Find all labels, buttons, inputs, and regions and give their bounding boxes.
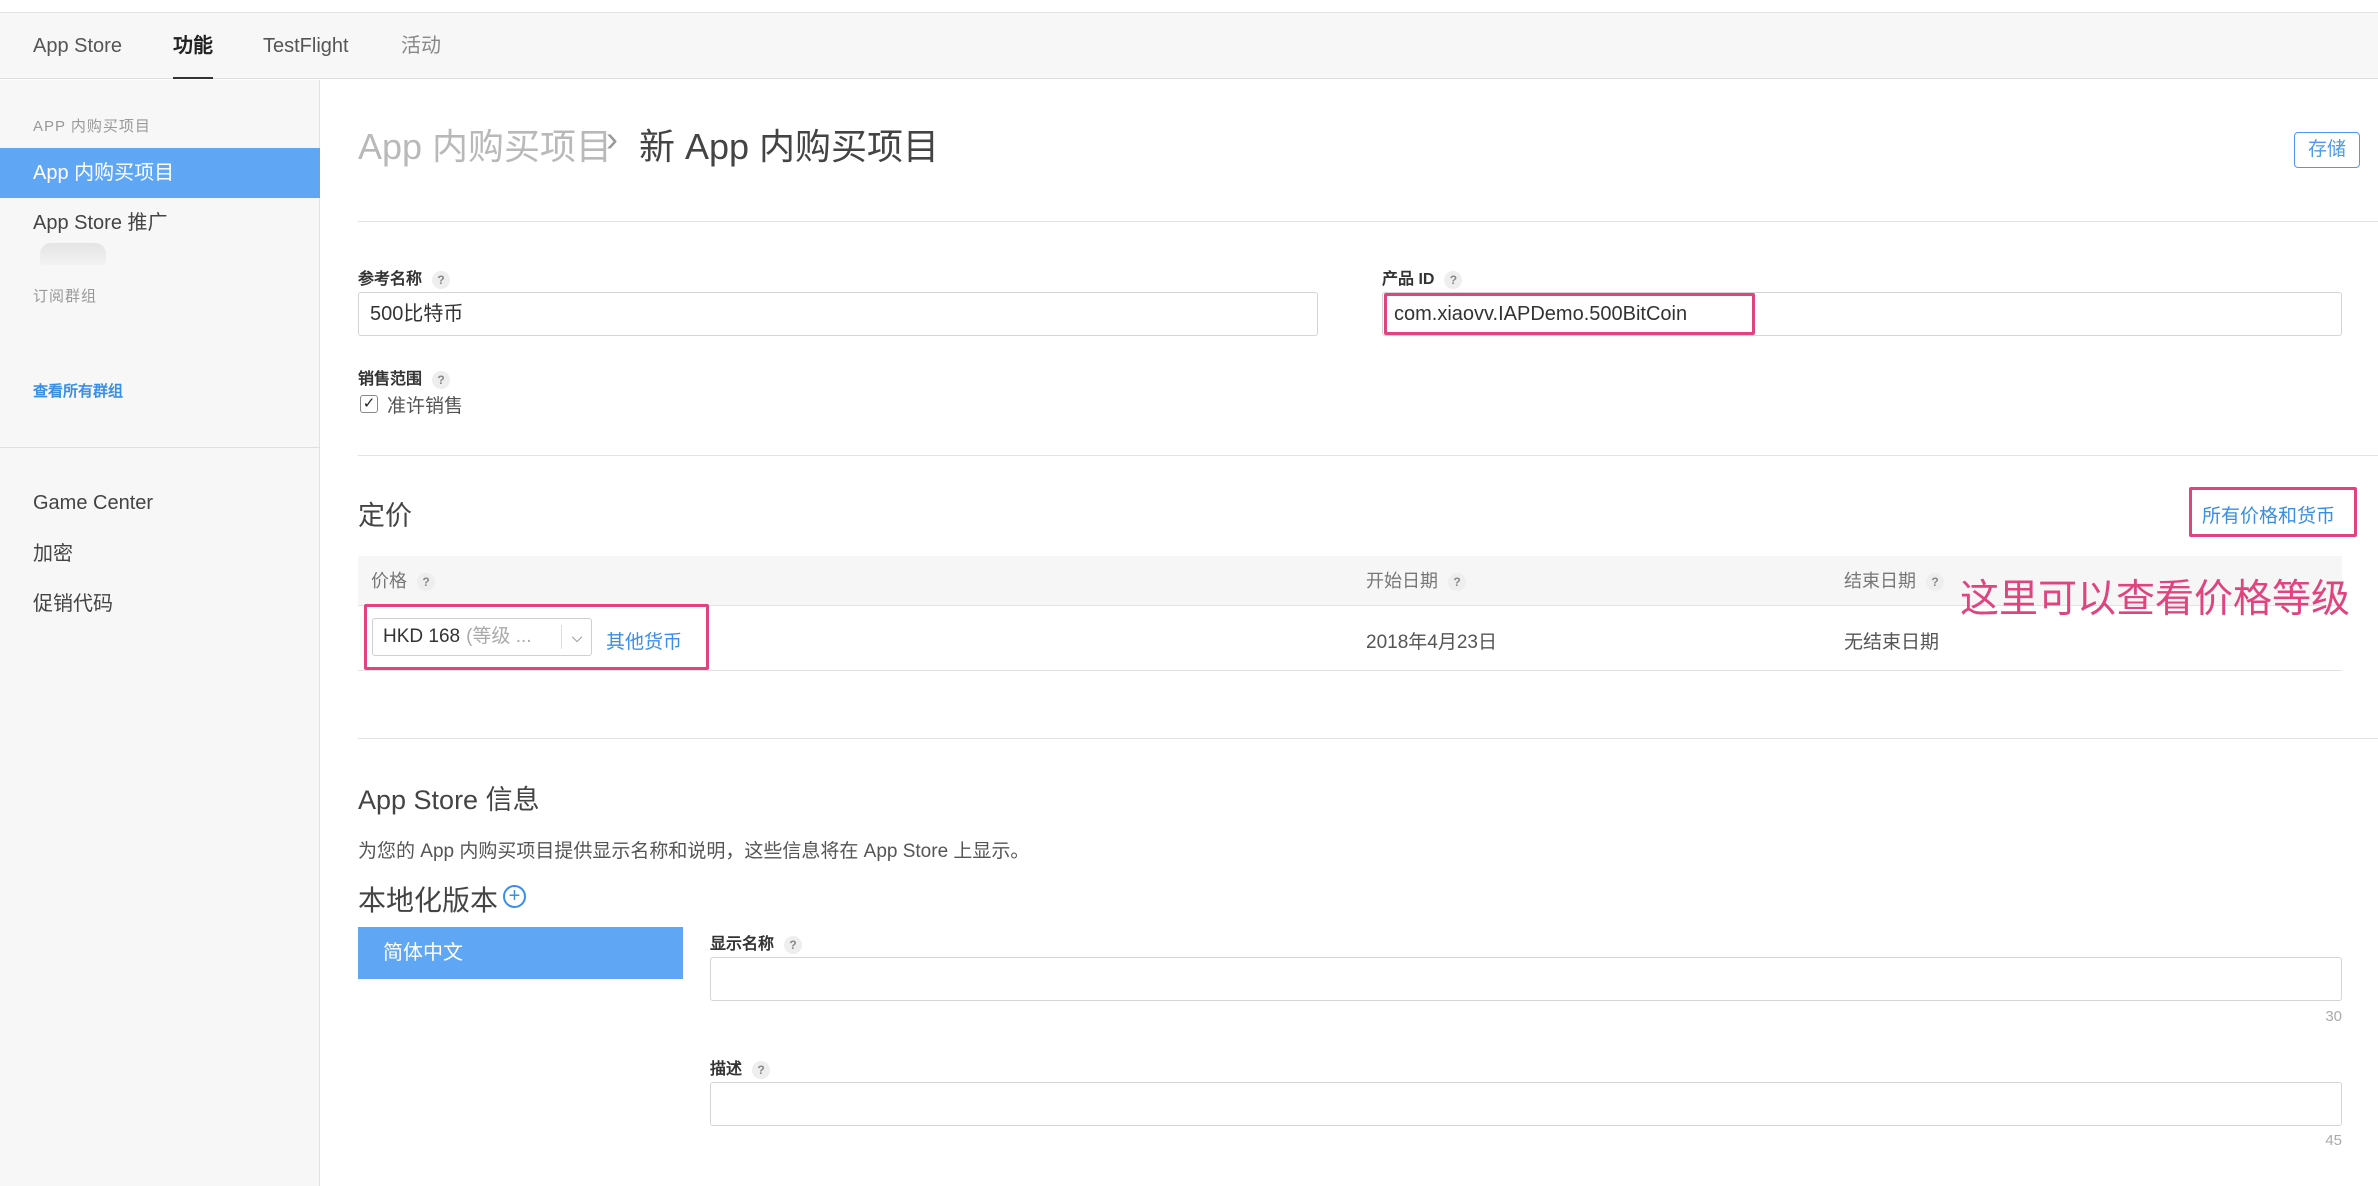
subscription-group-placeholder — [40, 243, 106, 265]
language-tab-simplified-chinese[interactable]: 简体中文 — [358, 927, 683, 979]
sidebar-divider — [0, 447, 320, 448]
pricing-title: 定价 — [358, 501, 412, 531]
top-tab-bar: App Store 功能 TestFlight 活动 — [0, 13, 2378, 79]
availability-label: 销售范围? — [358, 365, 451, 389]
product-id-highlight-box — [1384, 293, 1755, 335]
sidebar-item-encryption[interactable]: 加密 — [0, 529, 320, 579]
start-date-value: 2018年4月23日 — [1366, 632, 1497, 653]
product-id-help-icon[interactable]: ? — [1444, 270, 1463, 289]
display-name-char-limit: 30 — [2325, 1008, 2342, 1025]
description-input[interactable] — [710, 1082, 2342, 1126]
cleared-for-sale-label: 准许销售 — [387, 396, 464, 417]
price-help-icon[interactable]: ? — [417, 573, 435, 592]
sidebar-section-iap-title: APP 内购买项目 — [33, 118, 151, 135]
sidebar: APP 内购买项目 App 内购买项目 App Store 推广 订阅群组 查看… — [0, 80, 320, 1186]
store-info-title: App Store 信息 — [358, 785, 540, 815]
add-localization-plus-icon[interactable]: + — [503, 885, 526, 908]
tab-features[interactable]: 功能 — [173, 13, 213, 79]
pricing-divider — [358, 738, 2378, 739]
display-name-label: 显示名称? — [710, 930, 803, 954]
cleared-for-sale-checkbox[interactable]: ✓ — [360, 395, 378, 413]
annotation-text: 这里可以查看价格等级 — [1960, 578, 2351, 621]
start-date-help-icon[interactable]: ? — [1448, 573, 1466, 592]
page-title: 新 App 内购买项目 — [639, 126, 940, 167]
sidebar-item-promo-codes[interactable]: 促销代码 — [0, 579, 320, 629]
col-end-date-header: 结束日期? — [1844, 556, 1944, 606]
all-prices-highlight-box — [2189, 487, 2357, 537]
sidebar-item-app-store-promo[interactable]: App Store 推广 — [0, 198, 320, 248]
breadcrumb-chevron-icon: › — [606, 118, 618, 159]
tab-testflight[interactable]: TestFlight — [263, 13, 349, 79]
ref-name-input[interactable]: 500比特币 — [358, 292, 1318, 336]
ref-name-label: 参考名称? — [358, 265, 451, 289]
sidebar-item-iap[interactable]: App 内购买项目 — [0, 148, 320, 198]
save-button[interactable]: 存储 — [2294, 132, 2360, 168]
tab-app-store[interactable]: App Store — [33, 13, 122, 79]
display-name-input[interactable] — [710, 957, 2342, 1001]
end-date-value: 无结束日期 — [1844, 632, 1940, 653]
col-start-date-header: 开始日期? — [1366, 556, 1466, 606]
form-divider — [358, 455, 2378, 456]
localization-title: 本地化版本 — [358, 885, 499, 916]
description-label: 描述? — [710, 1055, 771, 1079]
breadcrumb-parent[interactable]: App 内购买项目 — [358, 118, 612, 170]
ref-name-help-icon[interactable]: ? — [432, 270, 451, 289]
product-id-label: 产品 ID? — [1382, 265, 1463, 289]
col-price-header: 价格? — [371, 556, 435, 606]
description-help-icon[interactable]: ? — [752, 1060, 771, 1079]
display-name-help-icon[interactable]: ? — [784, 935, 803, 954]
sidebar-section-subscription-title: 订阅群组 — [33, 288, 98, 305]
tab-activity[interactable]: 活动 — [401, 13, 441, 79]
pricing-row-divider — [358, 670, 2342, 671]
header-divider — [358, 221, 2378, 222]
price-tier-highlight-box — [364, 604, 709, 670]
store-info-description: 为您的 App 内购买项目提供显示名称和说明，这些信息将在 App Store … — [358, 841, 1030, 862]
availability-help-icon[interactable]: ? — [432, 370, 451, 389]
description-char-limit: 45 — [2325, 1132, 2342, 1149]
end-date-help-icon[interactable]: ? — [1926, 573, 1944, 592]
sidebar-item-game-center[interactable]: Game Center — [0, 478, 320, 528]
view-all-groups-link[interactable]: 查看所有群组 — [33, 380, 123, 401]
